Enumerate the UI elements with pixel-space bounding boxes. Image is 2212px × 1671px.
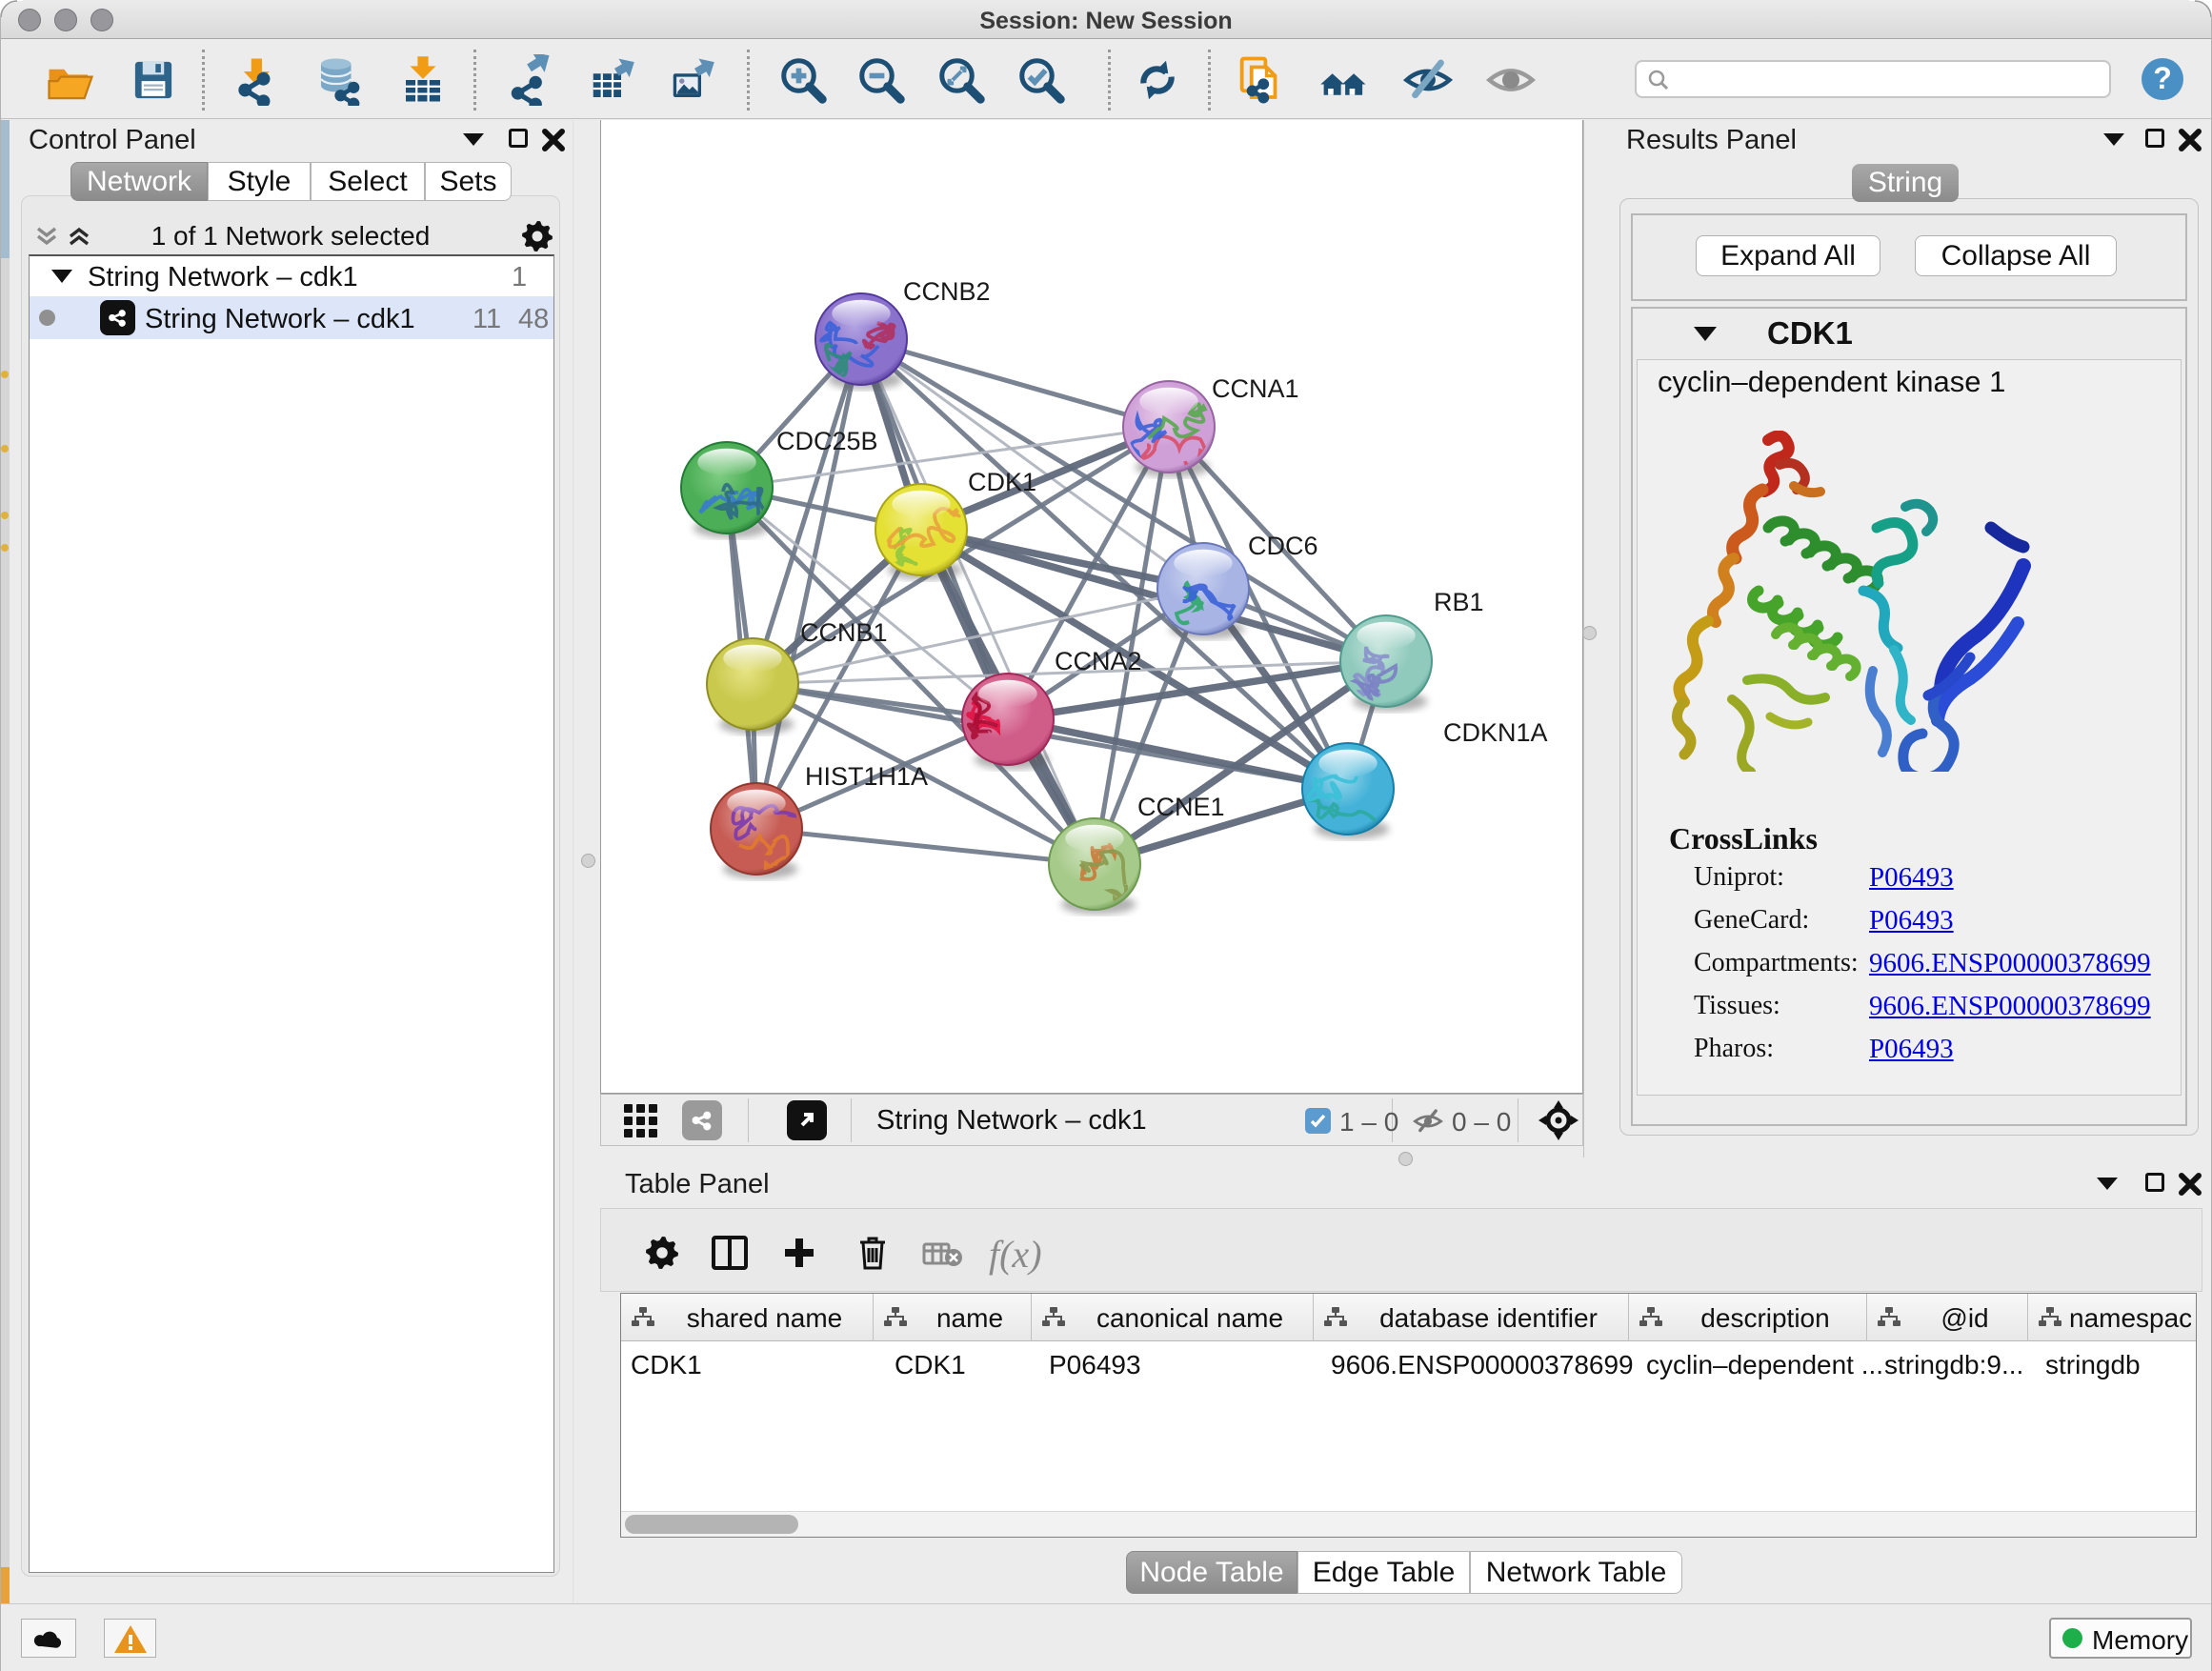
svg-text:CCNA1: CCNA1 [1212, 374, 1299, 403]
svg-text:CCNE1: CCNE1 [1137, 793, 1225, 821]
svg-text:CCNA2: CCNA2 [1055, 647, 1142, 675]
svg-text:CDKN1A: CDKN1A [1443, 718, 1548, 747]
svg-text:CDC25B: CDC25B [776, 427, 878, 455]
svg-text:CCNB2: CCNB2 [903, 277, 991, 306]
svg-text:CDK1: CDK1 [968, 468, 1036, 496]
svg-text:HIST1H1A: HIST1H1A [805, 762, 928, 791]
svg-text:CDC6: CDC6 [1248, 532, 1318, 560]
svg-text:RB1: RB1 [1434, 588, 1484, 616]
svg-text:CCNB1: CCNB1 [800, 618, 888, 647]
